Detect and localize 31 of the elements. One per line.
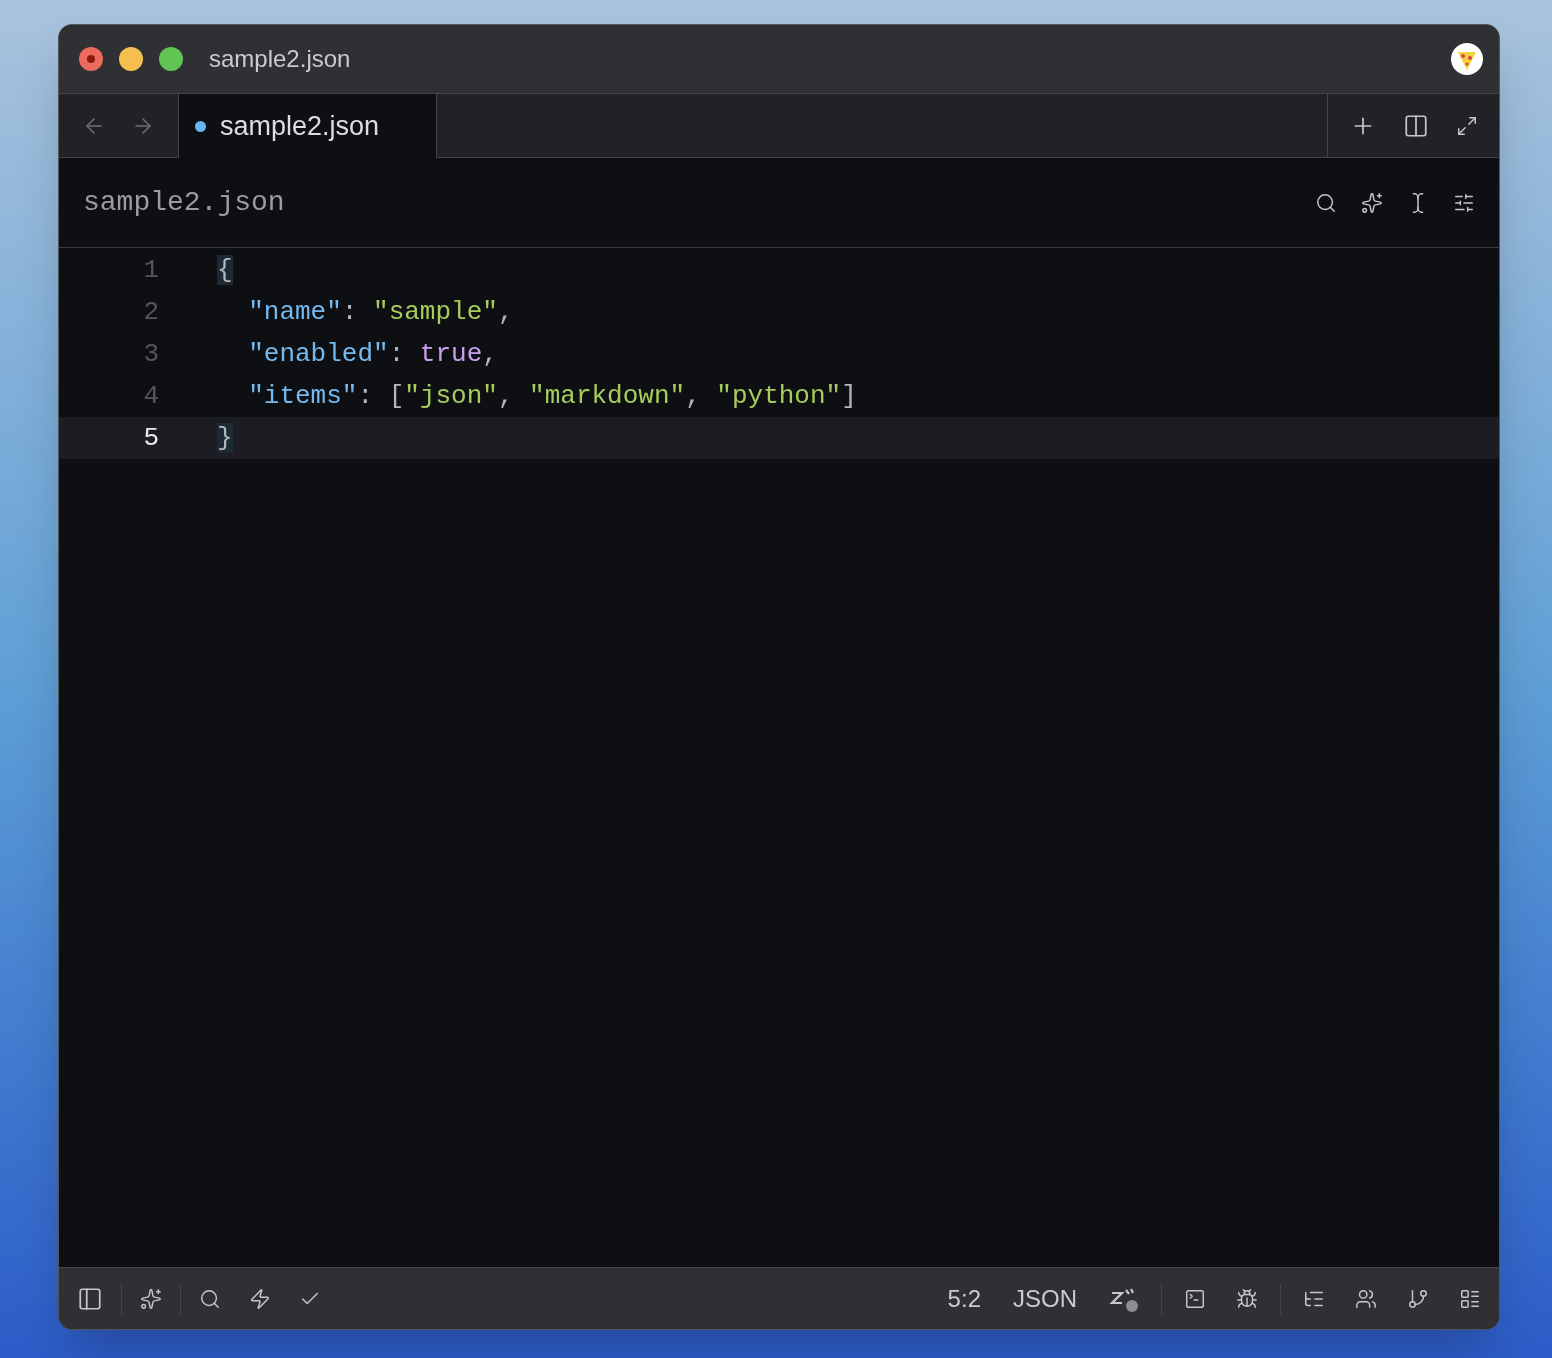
avatar-icon[interactable]	[1451, 43, 1483, 75]
code-line: "enabled": true,	[247, 337, 498, 371]
code-line: "items": ["json", "markdown", "python"]	[247, 379, 857, 413]
line-number: 4	[142, 379, 159, 413]
line-number: 2	[142, 295, 159, 329]
sidebar-toggle-icon[interactable]	[77, 1285, 103, 1312]
bug-icon[interactable]	[1236, 1287, 1258, 1310]
cursor-position[interactable]: 5:2	[947, 1280, 981, 1317]
line-number: 1	[142, 253, 159, 287]
code-line: "name": "sample",	[247, 295, 514, 329]
settings-icon[interactable]	[1453, 191, 1475, 214]
zoom-button[interactable]	[159, 47, 183, 71]
terminal-icon[interactable]	[1184, 1287, 1206, 1310]
editor-tab[interactable]: sample2.json	[179, 94, 437, 158]
minimize-button[interactable]	[119, 47, 143, 71]
lightning-icon[interactable]	[249, 1287, 271, 1310]
search-icon[interactable]	[199, 1287, 221, 1310]
line-number: 5	[142, 421, 159, 455]
expand-icon[interactable]	[1455, 114, 1478, 137]
window-title: sample2.json	[209, 44, 351, 74]
panel-list-icon[interactable]	[1459, 1287, 1481, 1310]
language-selector[interactable]: JSON	[1013, 1280, 1077, 1317]
branch-icon[interactable]	[1407, 1287, 1429, 1310]
close-button[interactable]	[79, 47, 103, 71]
search-icon[interactable]	[1315, 191, 1337, 214]
breadcrumb[interactable]: sample2.json	[83, 181, 285, 224]
sparkles-icon[interactable]	[140, 1287, 162, 1310]
split-pane-icon[interactable]	[1402, 112, 1429, 139]
line-number: 3	[142, 337, 159, 371]
sparkles-icon[interactable]	[1361, 191, 1383, 214]
users-icon[interactable]	[1355, 1287, 1377, 1310]
